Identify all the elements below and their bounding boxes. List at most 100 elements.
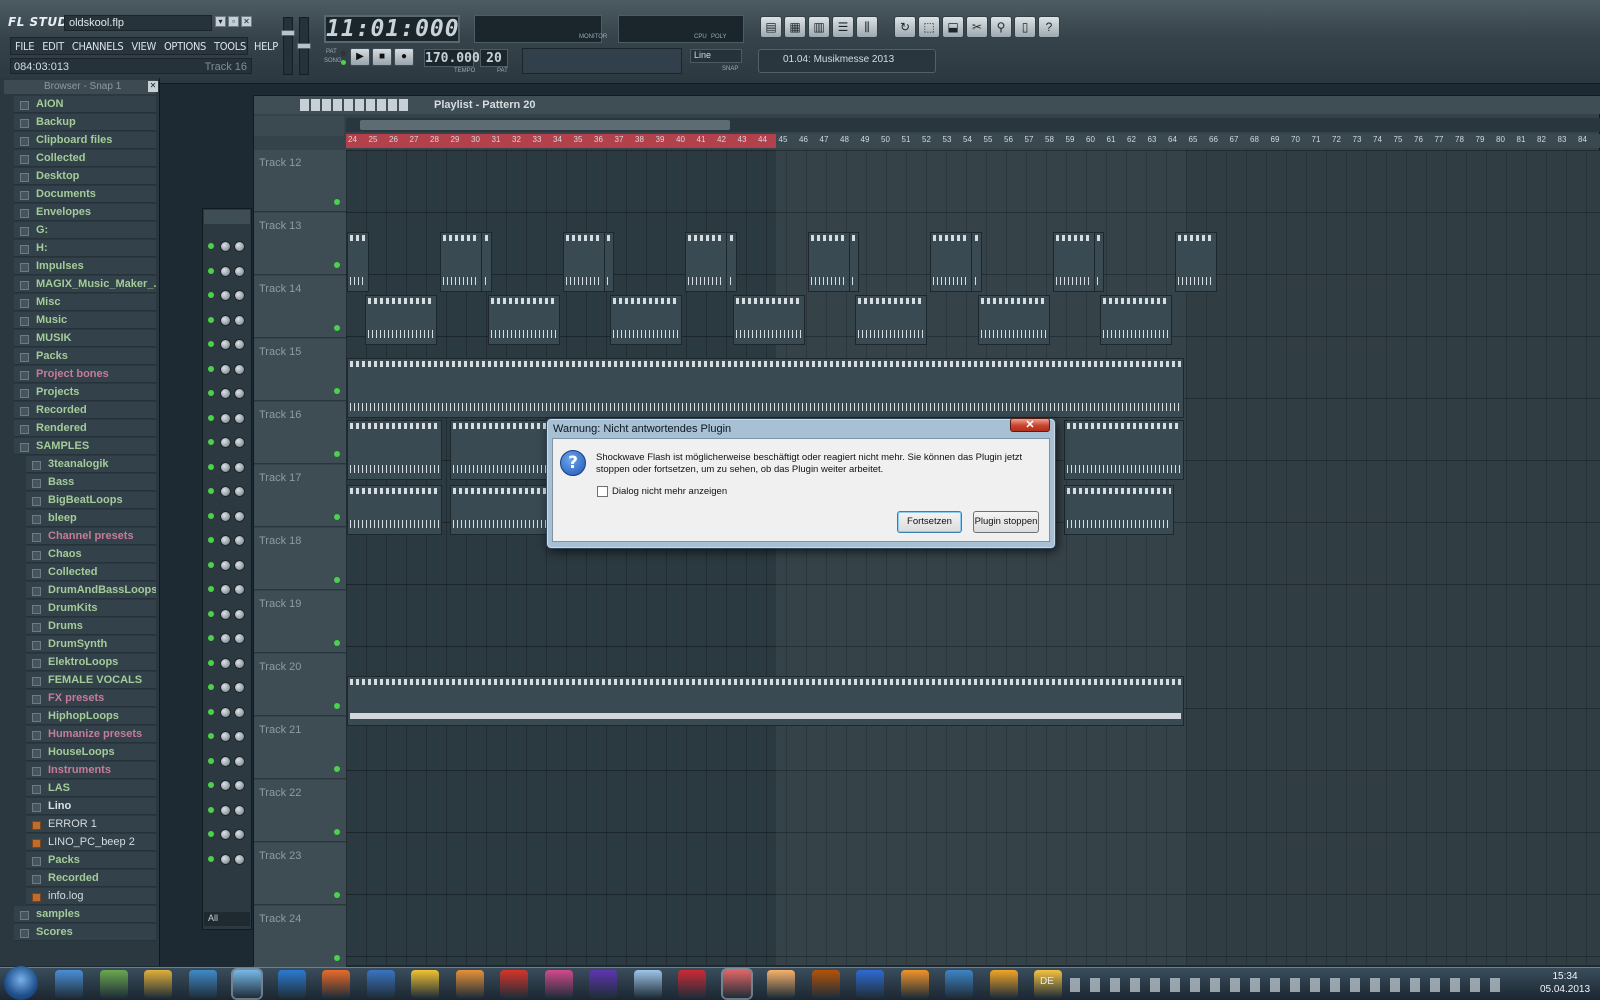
time-display[interactable]: 11:01:000 <box>324 15 460 43</box>
browser-item[interactable]: samples <box>14 906 156 923</box>
browser-item[interactable]: Lino <box>26 798 156 815</box>
app-taskbar-icon[interactable] <box>500 970 528 998</box>
browser-item[interactable]: SAMPLES <box>14 438 156 455</box>
channel-knob-row[interactable] <box>208 534 250 548</box>
app-taskbar-icon[interactable] <box>589 970 617 998</box>
pattern-clip[interactable] <box>732 295 805 345</box>
knob-icon[interactable] <box>220 780 231 791</box>
tempo-display[interactable]: 170.000 <box>424 49 480 67</box>
knob-icon[interactable] <box>220 829 231 840</box>
track-header[interactable]: Track 16 <box>254 402 346 464</box>
channel-led[interactable] <box>208 855 214 862</box>
folder-taskbar-icon[interactable] <box>144 970 172 998</box>
knob-icon[interactable] <box>234 755 245 767</box>
track-header[interactable]: Track 23 <box>254 843 346 905</box>
knob-icon[interactable] <box>234 363 245 375</box>
track-header[interactable]: Track 13 <box>254 213 346 275</box>
knob-icon[interactable] <box>220 853 231 865</box>
browser-item[interactable]: MAGIX_Music_Maker_... <box>14 276 156 293</box>
browser-item[interactable]: Envelopes <box>14 204 156 221</box>
knob-icon[interactable] <box>234 535 245 546</box>
channel-led[interactable] <box>208 414 214 421</box>
track-header[interactable]: Track 20 <box>254 654 346 716</box>
channel-knob-row[interactable] <box>208 853 250 867</box>
language-indicator[interactable]: DE <box>1040 976 1054 987</box>
knob-icon[interactable] <box>234 559 245 571</box>
browser-item[interactable]: Packs <box>14 348 156 365</box>
browser-item[interactable]: FX presets <box>26 690 156 707</box>
knob-icon[interactable] <box>220 388 231 399</box>
browser-item[interactable]: Recorded <box>14 402 156 419</box>
knob-icon[interactable] <box>220 804 231 816</box>
knob-icon[interactable] <box>234 339 245 350</box>
knob-icon[interactable] <box>234 437 245 448</box>
media-player-2-taskbar-icon[interactable] <box>322 970 350 998</box>
knob-icon[interactable] <box>234 290 245 301</box>
scrollbar-thumb[interactable] <box>360 120 730 130</box>
channel-led[interactable] <box>208 782 214 788</box>
pattern-clip[interactable] <box>440 232 482 292</box>
track-led[interactable] <box>334 640 340 646</box>
channel-led[interactable] <box>208 684 214 690</box>
channel-led[interactable] <box>208 708 214 715</box>
knob-icon[interactable] <box>234 853 245 865</box>
browser-item[interactable]: FEMALE VOCALS <box>26 672 156 689</box>
menu-edit[interactable]: EDIT <box>38 38 68 54</box>
channel-knob-row[interactable] <box>208 461 250 475</box>
knob-icon[interactable] <box>234 682 245 693</box>
knob-icon[interactable] <box>220 731 231 742</box>
browser-item[interactable]: Humanize presets <box>26 726 156 743</box>
track-header[interactable]: Track 19 <box>254 591 346 653</box>
browser-item[interactable]: Rendered <box>14 420 156 437</box>
browser-item[interactable]: Backup <box>14 114 156 131</box>
tray-icons[interactable] <box>1070 978 1510 992</box>
pattern-clip[interactable] <box>1175 232 1217 292</box>
browser-item[interactable]: DrumKits <box>26 600 156 617</box>
track-header[interactable]: Track 18 <box>254 528 346 590</box>
track-led[interactable] <box>334 892 340 898</box>
pattern-clip[interactable] <box>487 295 560 345</box>
channel-led[interactable] <box>208 439 214 445</box>
track-led[interactable] <box>334 577 340 583</box>
playlist-scrollbar[interactable] <box>346 118 1600 132</box>
app-taskbar-icon[interactable] <box>678 970 706 998</box>
channel-knob-row[interactable] <box>208 828 250 842</box>
knob-icon[interactable] <box>220 510 231 522</box>
channel-strip-header[interactable] <box>204 210 250 224</box>
pattern-clip[interactable] <box>347 676 1184 726</box>
document-icon[interactable]: ▯ <box>1014 16 1036 38</box>
channel-knob-row[interactable] <box>208 289 250 303</box>
browser-item[interactable]: H: <box>14 240 156 257</box>
pattern-clip[interactable] <box>1052 232 1095 292</box>
channel-led[interactable] <box>208 512 214 519</box>
step-sequencer-icon[interactable]: ▦ <box>784 16 806 38</box>
knob-icon[interactable] <box>234 657 245 669</box>
browser-item[interactable]: Packs <box>26 852 156 869</box>
browser-item[interactable]: LINO_PC_beep 2 <box>26 834 156 851</box>
browser-item[interactable]: Clipboard files <box>14 132 156 149</box>
knob-icon[interactable] <box>234 804 245 816</box>
browser-item[interactable]: Project bones <box>14 366 156 383</box>
browser-item[interactable]: info.log <box>26 888 156 905</box>
browser-item[interactable]: ElektroLoops <box>26 654 156 671</box>
archiver-taskbar-icon[interactable] <box>366 970 395 998</box>
record-button[interactable]: ● <box>394 48 414 66</box>
browser-item[interactable]: Misc <box>14 294 156 311</box>
channel-led[interactable] <box>208 390 214 396</box>
playlist-tool-icons[interactable] <box>300 99 410 111</box>
app-taskbar-icon[interactable] <box>455 970 484 998</box>
browser-item[interactable]: Documents <box>14 186 156 203</box>
knob-icon[interactable] <box>220 412 231 424</box>
browser-item[interactable]: 3teanalogik <box>26 456 156 473</box>
browser-item[interactable]: Chaos <box>26 546 156 563</box>
browser-item[interactable]: Channel presets <box>26 528 156 545</box>
knob-icon[interactable] <box>234 388 245 399</box>
browser-item[interactable]: Recorded <box>26 870 156 887</box>
knob-icon[interactable] <box>234 314 245 326</box>
help-icon[interactable]: ? <box>1038 16 1060 38</box>
track-led[interactable] <box>334 955 340 961</box>
pattern-clip[interactable] <box>450 485 550 535</box>
knob-icon[interactable] <box>220 584 231 595</box>
pattern-clip[interactable] <box>685 232 727 292</box>
channel-knob-row[interactable] <box>208 412 250 426</box>
